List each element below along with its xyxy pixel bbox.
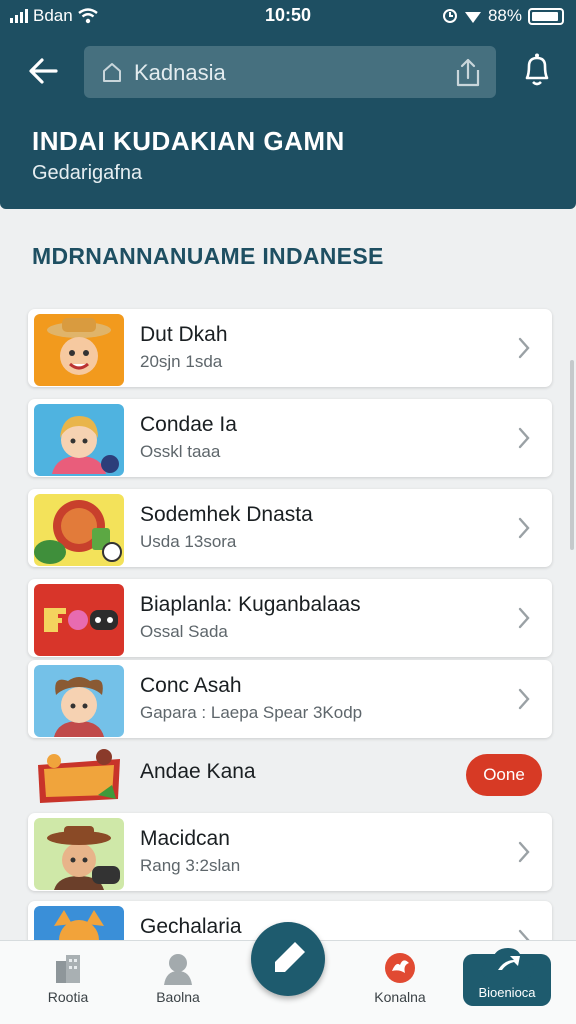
game-thumbnail (34, 404, 124, 476)
game-title: Condae Ia (140, 413, 237, 436)
game-title: Andae Kana (140, 760, 256, 783)
game-logo (34, 739, 124, 811)
flame-icon (385, 953, 415, 983)
game-title: Dut Dkah (140, 323, 228, 346)
nav-item-konalna[interactable]: Konalna (345, 941, 455, 1024)
game-subtitle: Usda 13sora (140, 532, 237, 551)
game-subtitle: Rang 3:2slan (140, 856, 241, 875)
chevron-right-icon (518, 607, 530, 629)
chevron-right-icon (518, 337, 530, 359)
game-list-item[interactable]: Andae Kana Oone (28, 734, 552, 812)
nav-item-rootia[interactable]: Rootia (13, 941, 123, 1024)
game-subtitle: Gapara : Laepa Spear 3Kodp (140, 703, 363, 722)
alarm-icon (442, 9, 457, 23)
back-arrow-icon[interactable] (26, 54, 60, 88)
search-input[interactable]: Kadnasia (134, 60, 226, 86)
game-title: Macidcan (140, 827, 230, 850)
game-thumbnail (34, 494, 124, 566)
nav-label: Bioenioca (478, 985, 536, 1000)
status-bar: Bdan 10:50 88% (0, 0, 576, 30)
game-subtitle: Ossal Sada (140, 622, 228, 641)
home-icon (103, 63, 121, 82)
game-list-item[interactable]: Biaplanla: Kuganbalaas Ossal Sada (28, 579, 552, 657)
game-list-item[interactable]: Dut Dkah 20sjn 1sda (28, 309, 552, 387)
game-thumbnail (34, 818, 124, 890)
nav-item-baolna[interactable]: Baolna (123, 941, 233, 1024)
chevron-right-icon (518, 517, 530, 539)
chevron-right-icon (518, 688, 530, 710)
game-title: Biaplanla: Kuganbalaas (140, 593, 361, 616)
game-list-item[interactable]: Condae Ia Osskl taaa (28, 399, 552, 477)
game-thumbnail (34, 314, 124, 386)
game-title: Gechalaria (140, 915, 242, 938)
pencil-icon (275, 942, 305, 972)
scrollbar[interactable] (570, 360, 574, 550)
game-title: Sodemhek Dnasta (140, 503, 313, 526)
notification-bell-icon[interactable] (520, 52, 554, 88)
battery-icon (528, 7, 564, 25)
cloud-icon (481, 948, 534, 978)
game-subtitle: Osskl taaa (140, 442, 221, 461)
compose-fab-button[interactable] (251, 922, 325, 996)
nav-label: Konalna (374, 989, 426, 1005)
page-subtitle: Gedarigafna (32, 162, 143, 184)
game-list-item[interactable]: Conc Asah Gapara : Laepa Spear 3Kodp (28, 660, 552, 738)
game-subtitle: 20sjn 1sda (140, 352, 223, 371)
profile-icon (164, 954, 192, 985)
section-title: MDRNANNANUAME INDANESE (32, 243, 384, 269)
building-icon (56, 955, 80, 983)
nav-label: Rootia (47, 989, 89, 1005)
battery-percent: 88% (487, 6, 522, 25)
signal-strength-icon (464, 12, 481, 23)
game-list-item[interactable]: Macidcan Rang 3:2slan (28, 813, 552, 891)
app-header: Bdan 10:50 88% Kadnasia INDAI KUDAKIAN G… (0, 0, 576, 209)
game-title: Conc Asah (140, 674, 242, 697)
game-thumbnail (34, 665, 124, 737)
game-list-item[interactable]: Sodemhek Dnasta Usda 13sora (28, 489, 552, 567)
share-icon[interactable] (454, 56, 482, 88)
game-thumbnail (34, 584, 124, 656)
chevron-right-icon (518, 841, 530, 863)
chevron-right-icon (518, 427, 530, 449)
done-button[interactable]: Oone (466, 754, 542, 796)
page-title: INDAI KUDAKIAN GAMN (32, 126, 345, 156)
search-bar[interactable]: Kadnasia (84, 46, 496, 98)
nav-label: Baolna (156, 989, 200, 1005)
